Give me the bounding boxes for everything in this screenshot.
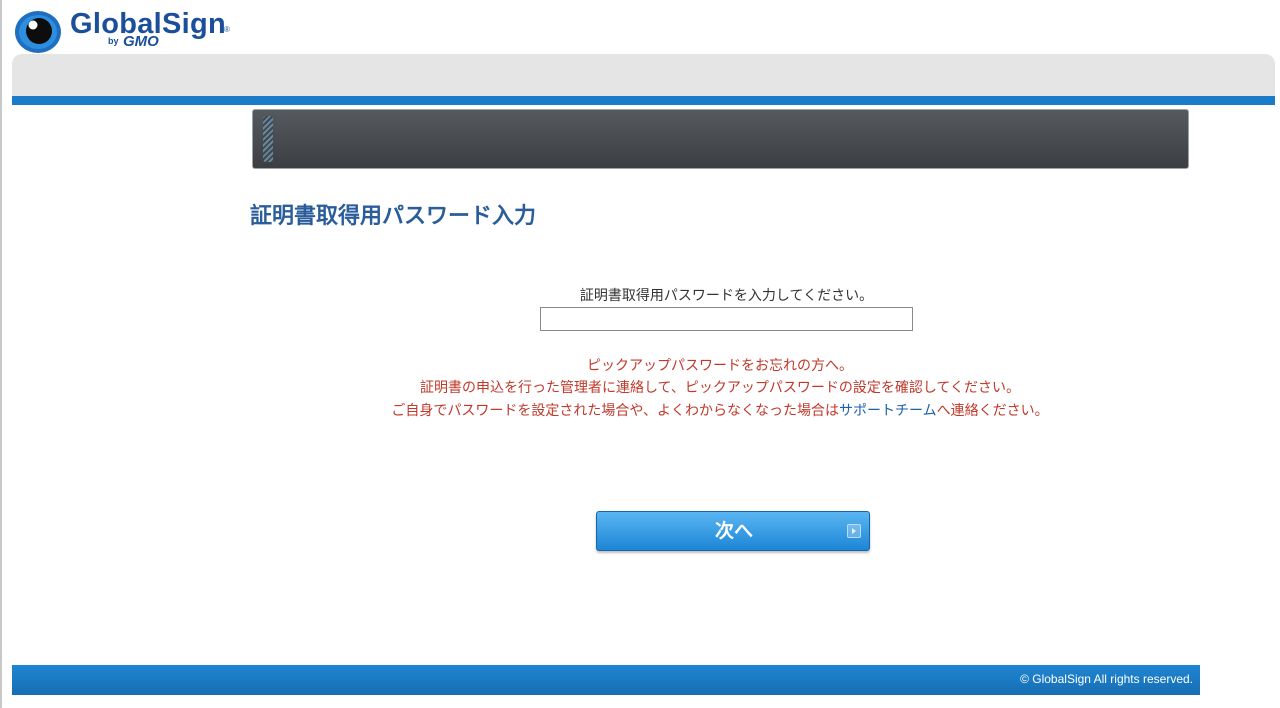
grip-handle-icon <box>263 116 273 162</box>
eye-logo-icon <box>15 11 61 53</box>
notice-line3-prefix: ご自身でパスワードを設定された場合や、よくわからなくなった場合は <box>391 403 839 419</box>
footer: © GlobalSign All rights reserved. <box>12 665 1200 695</box>
header-bar <box>12 54 1275 96</box>
forgot-password-notice-line2: 証明書の申込を行った管理者に連絡して、ピックアップパスワードの設定を確認してくだ… <box>419 380 1021 396</box>
globalsign-logo[interactable]: GlobalSign ® by GMO <box>12 8 242 54</box>
registered-mark: ® <box>224 25 230 34</box>
copyright-text: © GlobalSign All rights reserved. <box>1020 672 1193 686</box>
password-input[interactable] <box>540 307 913 331</box>
support-team-link[interactable]: サポートチーム <box>839 403 937 419</box>
progress-banner <box>252 109 1189 169</box>
forgot-password-notice-line1: ピックアップパスワードをお忘れの方へ。 <box>587 358 853 374</box>
page-title: 証明書取得用パスワード入力 <box>250 204 537 229</box>
next-button[interactable]: 次へ <box>596 511 870 551</box>
logo-by-text: by <box>108 36 119 46</box>
next-button-label: 次へ <box>714 520 753 542</box>
window-edge <box>0 0 2 708</box>
forgot-password-notice-line3: ご自身でパスワードを設定された場合や、よくわからなくなった場合はサポートチームへ… <box>0 400 1280 420</box>
notice-line3-suffix: へ連絡ください。 <box>936 403 1049 419</box>
password-label: 証明書取得用パスワードを入力してください。 <box>579 288 874 304</box>
logo-gmo-text: GMO <box>123 33 159 50</box>
arrow-right-icon <box>847 524 861 538</box>
header-accent-strip <box>12 96 1275 105</box>
